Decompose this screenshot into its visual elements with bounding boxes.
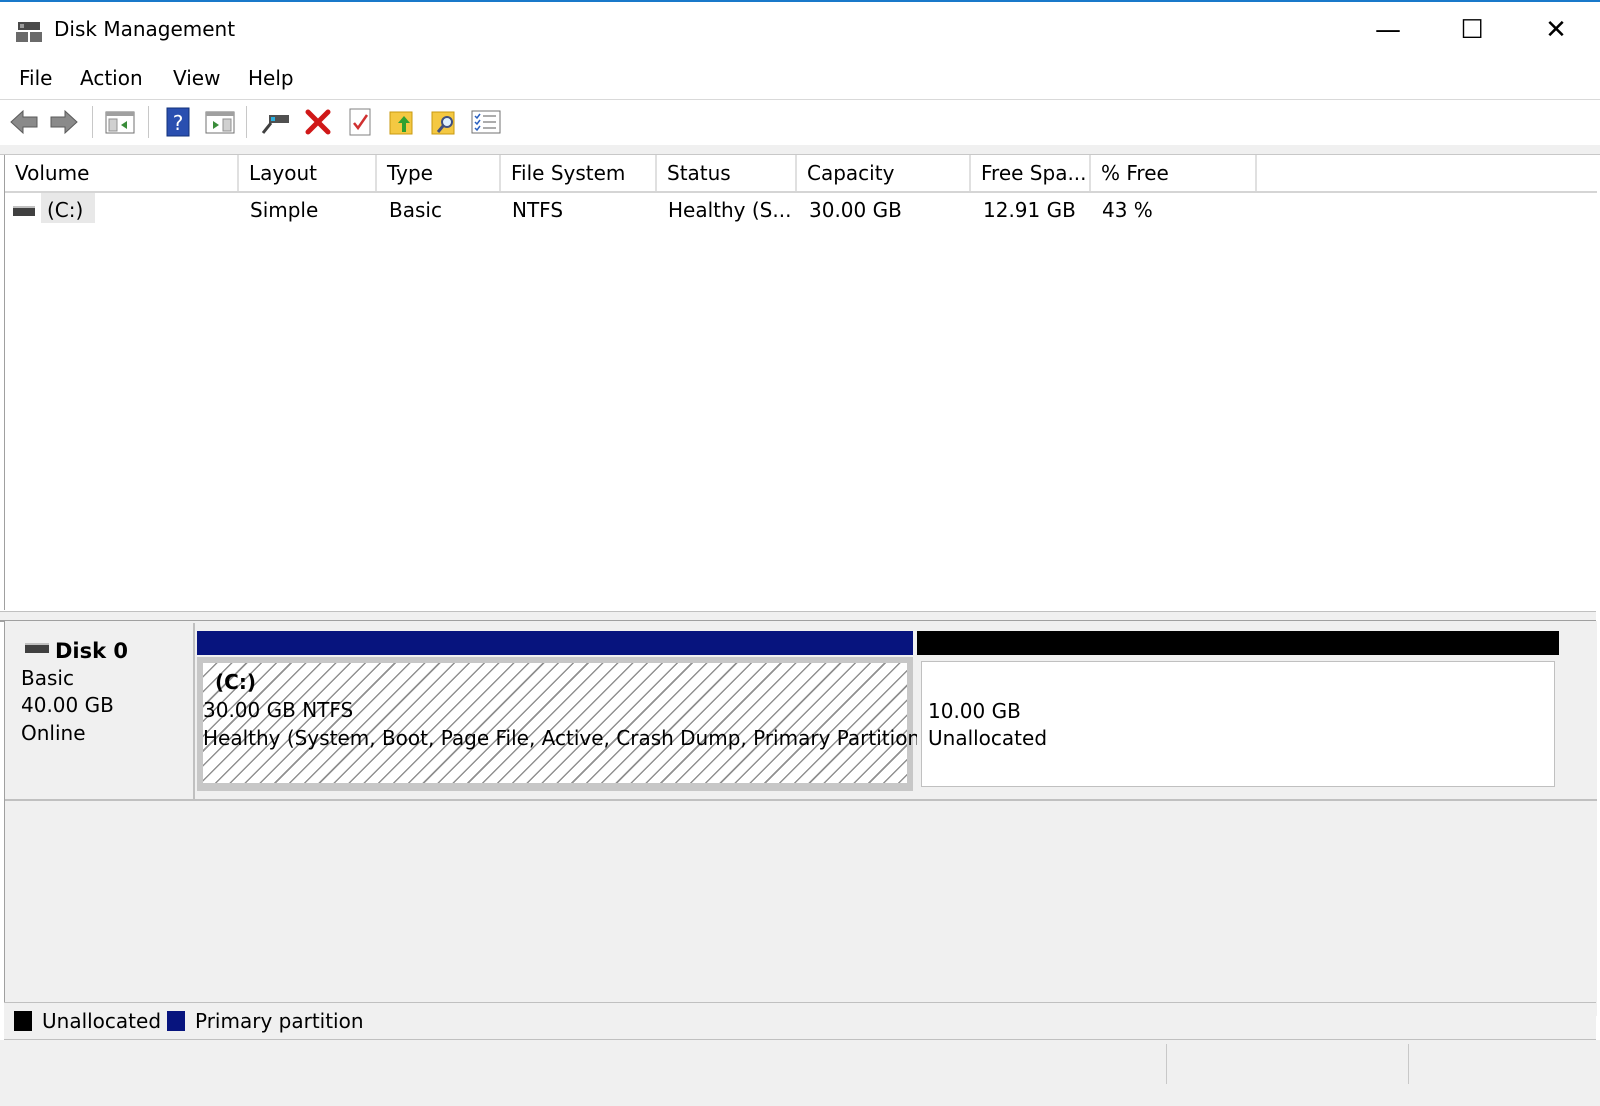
cell-status: Healthy (S... (668, 198, 792, 222)
menu-action[interactable]: Action (80, 64, 143, 92)
cell-layout: Simple (250, 198, 319, 222)
cell-free-space: 12.91 GB (983, 198, 1076, 222)
folder-up-icon (389, 111, 413, 135)
cell-capacity: 30.00 GB (809, 198, 902, 222)
legend-primary: Primary partition (195, 1009, 364, 1033)
svg-text:?: ? (173, 111, 184, 135)
partition-map: (C:) 30.00 GB NTFS Healthy (System, Boot… (195, 623, 1597, 801)
show-hide-action-pane-icon (205, 111, 235, 134)
back-arrow-icon (10, 109, 38, 135)
toolbar: ? (0, 100, 1600, 144)
column-header-free-space[interactable]: Free Spa... (971, 155, 1091, 191)
status-bar (0, 1040, 1600, 1106)
show-hide-console-tree-icon (105, 111, 135, 134)
minimize-button[interactable]: — (1346, 2, 1430, 58)
status-divider (1408, 1044, 1409, 1084)
column-header-file-system[interactable]: File System (501, 155, 657, 191)
partition-size-fs: 30.00 GB NTFS (203, 698, 354, 722)
disk-management-window: Disk Management — ☐ ✕ File Action View H… (0, 0, 1600, 1106)
toolbar-separator (148, 106, 149, 138)
disk-type: Basic (21, 666, 74, 690)
column-header-status[interactable]: Status (657, 155, 797, 191)
toolbar-separator (92, 106, 93, 138)
folder-up-button[interactable] (386, 106, 418, 138)
properties-button[interactable] (344, 106, 376, 138)
column-header-capacity[interactable]: Capacity (797, 155, 971, 191)
delete-icon (305, 109, 331, 135)
partition-label: (C:) (215, 670, 256, 694)
legend-swatch-primary (167, 1011, 185, 1031)
unallocated-size: 10.00 GB (928, 699, 1021, 723)
show-hide-console-tree-button[interactable] (104, 106, 136, 138)
unallocated-space[interactable]: 10.00 GB Unallocated (917, 657, 1559, 791)
column-header-layout[interactable]: Layout (239, 155, 377, 191)
menu-bar: File Action View Help (0, 58, 1600, 98)
menu-file[interactable]: File (19, 64, 52, 92)
volume-list[interactable]: Volume Layout Type File System Status Ca… (4, 155, 1597, 610)
disk-pane: Disk 0 Basic 40.00 GB Online (C:) 30.00 … (4, 621, 1597, 1016)
menu-view[interactable]: View (173, 64, 220, 92)
disk-size: 40.00 GB (21, 693, 114, 717)
cell-file-system: NTFS (512, 198, 564, 222)
help-button[interactable]: ? (162, 106, 194, 138)
cell-type: Basic (389, 198, 442, 222)
title-bar[interactable]: Disk Management — ☐ ✕ (0, 2, 1600, 58)
column-header-percent-free[interactable]: % Free (1091, 155, 1257, 191)
folder-search-button[interactable] (428, 106, 460, 138)
delete-button[interactable] (302, 106, 334, 138)
help-icon: ? (166, 107, 190, 137)
close-icon: ✕ (1545, 15, 1567, 45)
forward-arrow-icon (50, 109, 78, 135)
primary-partition-bar (197, 631, 913, 655)
unallocated-body: 10.00 GB Unallocated (921, 661, 1555, 787)
partition-c-body: (C:) 30.00 GB NTFS Healthy (System, Boot… (203, 663, 928, 783)
disk-management-icon (16, 22, 42, 42)
unallocated-bar (917, 631, 1559, 655)
disk-info[interactable]: Disk 0 Basic 40.00 GB Online (5, 623, 195, 801)
column-header-type[interactable]: Type (377, 155, 501, 191)
window-title: Disk Management (54, 17, 236, 41)
volume-list-header: Volume Layout Type File System Status Ca… (5, 155, 1597, 193)
partition-status: Healthy (System, Boot, Page File, Active… (203, 726, 928, 750)
toolbar-separator (246, 106, 247, 138)
cell-percent-free: 43 % (1102, 198, 1153, 222)
forward-button[interactable] (48, 106, 80, 138)
list-view-icon (471, 110, 501, 134)
legend-swatch-unallocated (14, 1011, 32, 1031)
partition-c[interactable]: (C:) 30.00 GB NTFS Healthy (System, Boot… (197, 657, 928, 791)
maximize-icon: ☐ (1460, 15, 1484, 45)
maximize-button[interactable]: ☐ (1430, 2, 1514, 58)
close-button[interactable]: ✕ (1514, 2, 1598, 58)
toolbar-border (0, 145, 1600, 155)
cell-volume: (C:) (47, 198, 84, 222)
list-view-button[interactable] (470, 106, 502, 138)
column-header-volume[interactable]: Volume (5, 155, 239, 191)
disk-state: Online (21, 721, 86, 745)
connect-drive-icon (261, 115, 289, 134)
unallocated-status: Unallocated (928, 726, 1048, 750)
drive-icon (13, 206, 35, 216)
show-hide-action-pane-button[interactable] (204, 106, 236, 138)
legend-unallocated: Unallocated (42, 1009, 162, 1033)
disk-icon (25, 643, 49, 653)
status-divider (1166, 1044, 1167, 1084)
disk-name: Disk 0 (55, 639, 129, 663)
minimize-icon: — (1375, 15, 1401, 45)
folder-search-icon (431, 111, 455, 135)
menu-help[interactable]: Help (248, 64, 294, 92)
back-button[interactable] (8, 106, 40, 138)
legend: Unallocated Primary partition (4, 1002, 1596, 1040)
check-properties-icon (349, 108, 371, 136)
connect-button[interactable] (260, 106, 292, 138)
